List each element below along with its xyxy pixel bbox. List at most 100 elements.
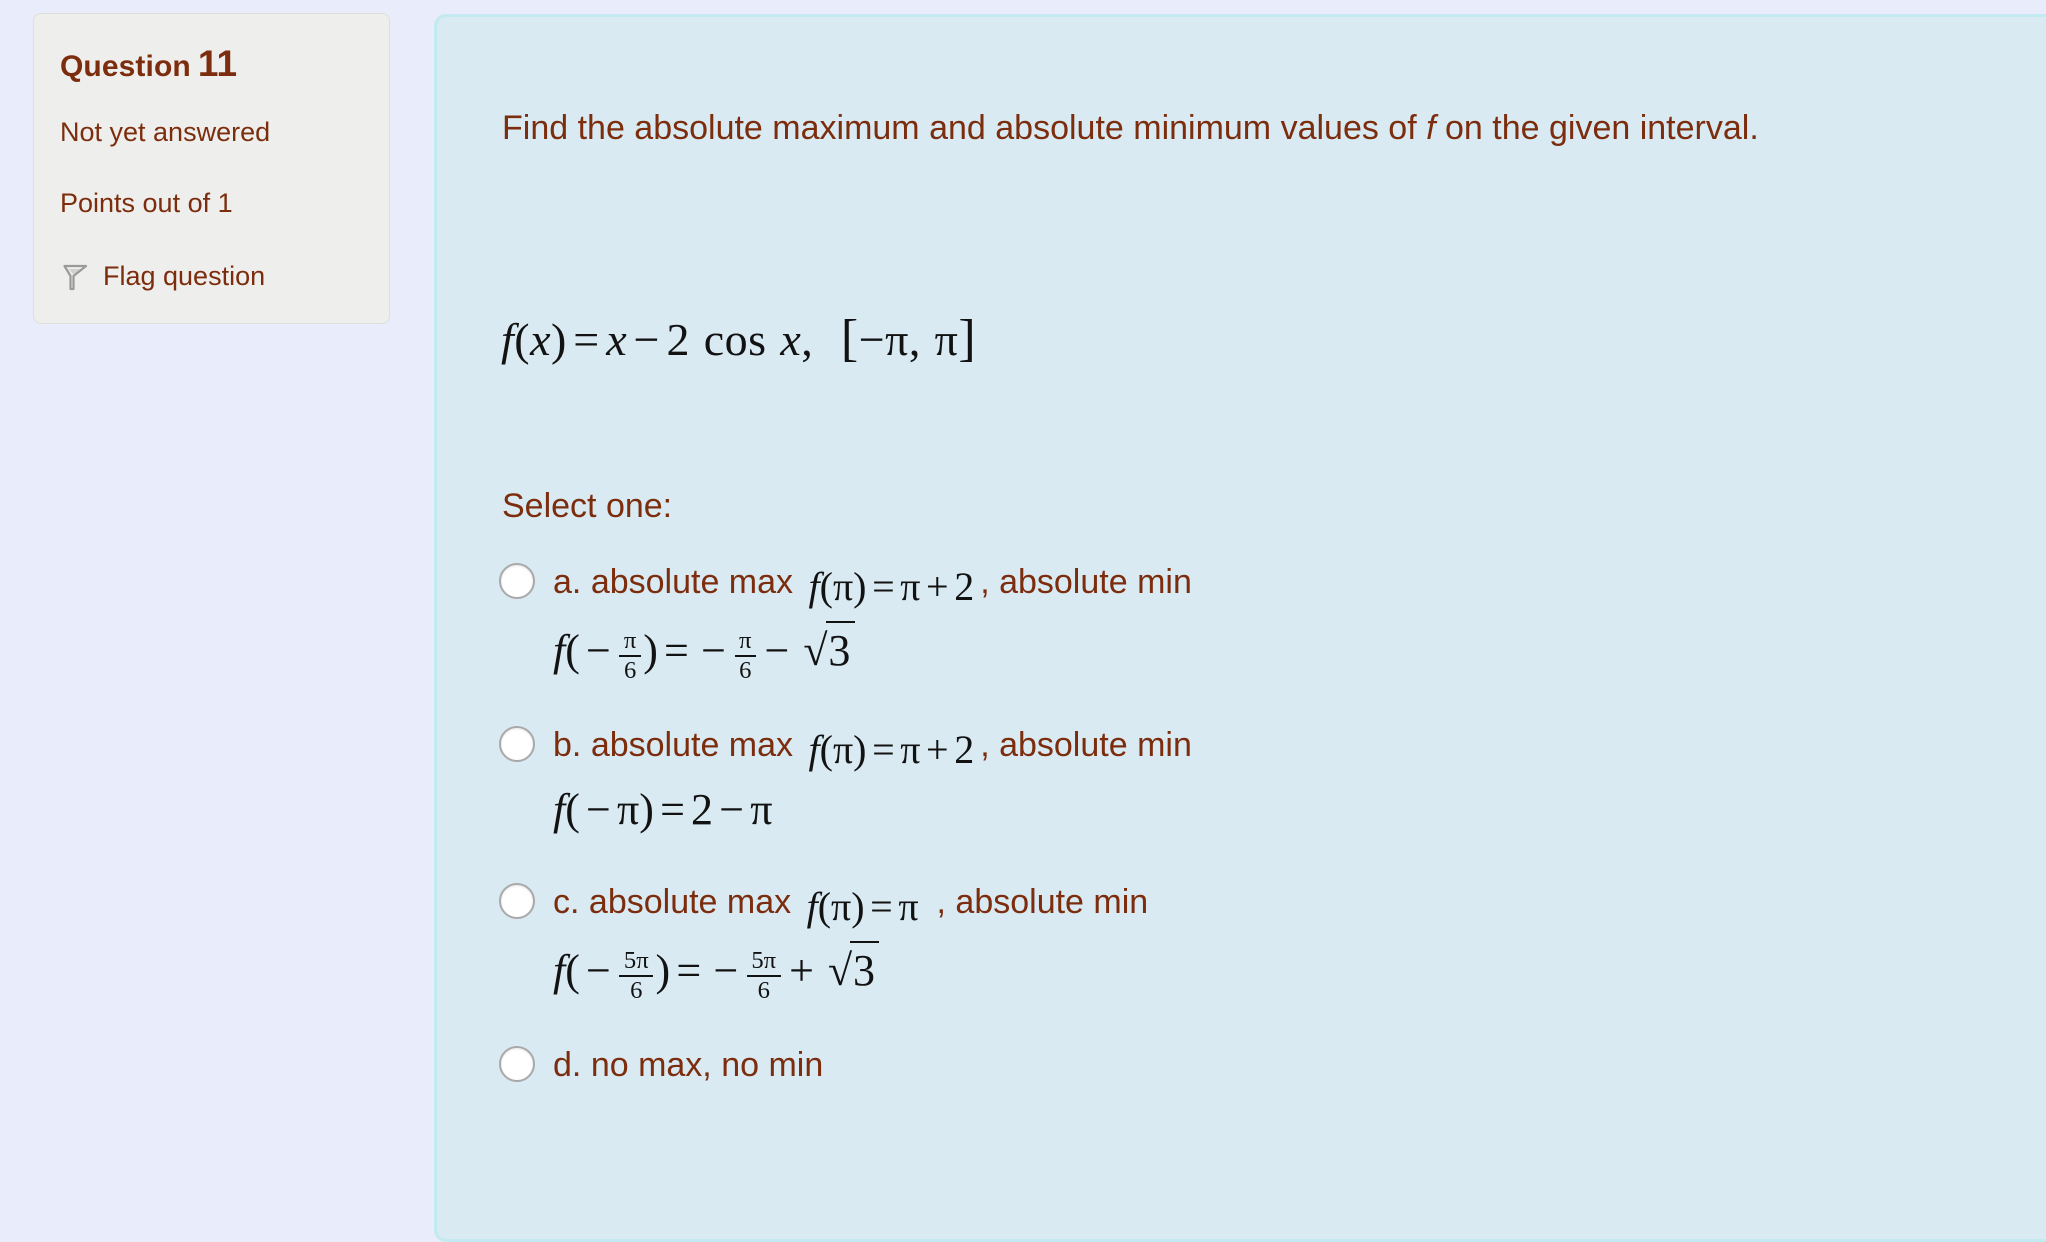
answer-option-a-math-block: f(− π 6) = − π 6− √3 [553, 621, 855, 684]
question-heading-label: Question [60, 50, 191, 83]
answer-option-a[interactable]: a. absolute max f(π) = π +2, absolute min f… [499, 557, 1999, 684]
a-m1-fn: f [808, 564, 820, 610]
formula-trig-argument: x [780, 314, 802, 365]
b-m1-rhs-b: 2 [954, 727, 975, 773]
b-m2-op: − [719, 785, 745, 835]
formula-function: f [501, 314, 515, 365]
c-m2-sign: − [586, 946, 611, 996]
answer-option-b-math-block: f(− π) = 2− π [553, 785, 773, 835]
answer-option-a-mid: , absolute min [980, 563, 1192, 601]
answer-option-a-lead: absolute max [590, 563, 794, 601]
answer-option-c-mid: , absolute min [936, 883, 1149, 922]
c-m1-eq: = [870, 884, 893, 930]
question-heading: Question 11 [60, 43, 363, 85]
flag-question-label: Flag question [103, 261, 266, 292]
b-m2-arg: π [617, 785, 640, 835]
answer-option-b-key: b. [553, 725, 582, 764]
c-m2-radicand: 3 [850, 941, 880, 996]
quiz-page: Question 11 Not yet answered Points out o… [0, 0, 2046, 1242]
radio-option-d[interactable] [499, 1045, 535, 1082]
answer-option-c-key: c. [553, 883, 580, 922]
answer-option-b[interactable]: b. absolute max f(π) = π +2, absolute min f… [499, 720, 1999, 835]
question-prompt-part1: Find the absolute maximum and absolute m… [502, 109, 1427, 147]
a-m2-eq: = [664, 626, 689, 676]
question-prompt-variable: f [1426, 109, 1436, 147]
a-m1-eq: = [872, 564, 895, 610]
a-m2-sign: − [586, 626, 611, 676]
c-m2-den: 6 [630, 977, 643, 1005]
select-one-label: Select one: [502, 487, 673, 525]
b-m2-rhs-a: 2 [691, 785, 714, 835]
b-m2-rhs-b: π [750, 785, 773, 835]
c-m2-rden: 6 [757, 977, 770, 1005]
c-m1-rhs-a: π [898, 884, 919, 930]
question-grade: Points out of 1 [60, 188, 233, 219]
answer-option-c[interactable]: c. absolute max f(π) = π, absolute min f(−… [499, 877, 1999, 1004]
a-m2-rden: 6 [739, 657, 752, 684]
answer-option-b-text: b. absolute max f(π) = π +2, absolute min [553, 720, 1192, 776]
c-m1-arg: π [831, 884, 852, 930]
a-m2-rnum: π [734, 628, 756, 657]
answer-option-d-text: d. no max, no min [553, 1040, 823, 1087]
answer-options-list: a. absolute max f(π) = π +2, absolute min f… [499, 557, 1999, 1096]
question-content-panel: Find the absolute maximum and absolute m… [434, 14, 2046, 1242]
answer-option-c-math-block: f(−5π 6) = −5π 6 + √3 [553, 941, 880, 1005]
c-m2-eq: = [676, 946, 702, 996]
b-m2-eq: = [660, 785, 685, 835]
answer-option-c-lead: absolute max [588, 883, 792, 922]
a-m1-rhs-a: π [900, 564, 921, 610]
c-m2-sqrt: √3 [825, 941, 880, 996]
a-m2-fn: f [553, 626, 566, 676]
a-m2-num: π [619, 628, 641, 657]
formula-argument: x [530, 314, 552, 365]
answer-option-b-math-inline: f(π) = π +2 [808, 727, 975, 773]
b-m1-eq: = [872, 727, 895, 773]
formula-coefficient: 2 [666, 314, 690, 365]
c-m1-fn: f [806, 884, 818, 930]
formula-minus: − [633, 314, 660, 365]
question-info-box: Question 11 Not yet answered Points out o… [33, 13, 390, 324]
formula-equals: = [573, 314, 600, 365]
answer-option-c-math-inline: f(π) = π [806, 884, 919, 930]
answer-option-b-mid: , absolute min [980, 725, 1192, 764]
b-m2-fn: f [553, 785, 566, 835]
question-prompt: Find the absolute maximum and absolute m… [502, 102, 1922, 155]
radio-option-c[interactable] [499, 883, 535, 920]
b-m1-fn: f [808, 727, 820, 773]
c-m2-rnum: 5π [746, 948, 781, 978]
formula-interval-close: ] [958, 310, 977, 367]
answer-option-c-text: c. absolute max f(π) = π , absolute min [553, 877, 1148, 933]
answer-option-d[interactable]: d. no max, no min [499, 1040, 1999, 1096]
formula-interval-separator: , [908, 314, 921, 365]
answer-option-d-lead: no max, no min [590, 1045, 824, 1084]
answer-option-a-key: a. [553, 563, 582, 601]
radio-option-b[interactable] [499, 725, 535, 762]
a-m1-plus: + [926, 564, 949, 610]
b-m2-sign: − [586, 785, 611, 835]
question-number: 11 [197, 43, 238, 84]
flag-question-button[interactable]: Flag question [60, 260, 363, 292]
c-m2-fn: f [553, 946, 566, 996]
a-m2-radicand: 3 [825, 621, 855, 676]
question-formula: f(x) = x −2 cos x, [−π, π] [501, 310, 977, 367]
b-m1-arg: π [832, 727, 854, 773]
b-m1-rhs-a: π [900, 727, 921, 773]
formula-interval-upper: π [934, 314, 959, 365]
answer-option-b-lead: absolute max [590, 725, 794, 764]
c-m2-op: + [789, 946, 814, 996]
a-m1-arg: π [832, 564, 854, 610]
a-m2-op: − [764, 626, 790, 676]
answer-option-d-key: d. [553, 1045, 582, 1084]
c-m2-num: 5π [619, 948, 654, 978]
answer-option-a-text: a. absolute max f(π) = π +2, absolute min [553, 557, 1192, 613]
a-m2-sqrt: √3 [800, 621, 855, 676]
formula-interval-lower: −π [858, 314, 909, 365]
a-m2-den: 6 [623, 657, 637, 684]
formula-comma: , [801, 314, 814, 365]
b-m1-plus: + [926, 727, 949, 773]
question-prompt-part2: on the given interval. [1435, 109, 1759, 147]
radio-option-a[interactable] [499, 563, 535, 599]
a-m2-rsign: − [701, 626, 726, 676]
formula-interval-open: [ [840, 310, 859, 367]
flag-icon [60, 262, 90, 292]
